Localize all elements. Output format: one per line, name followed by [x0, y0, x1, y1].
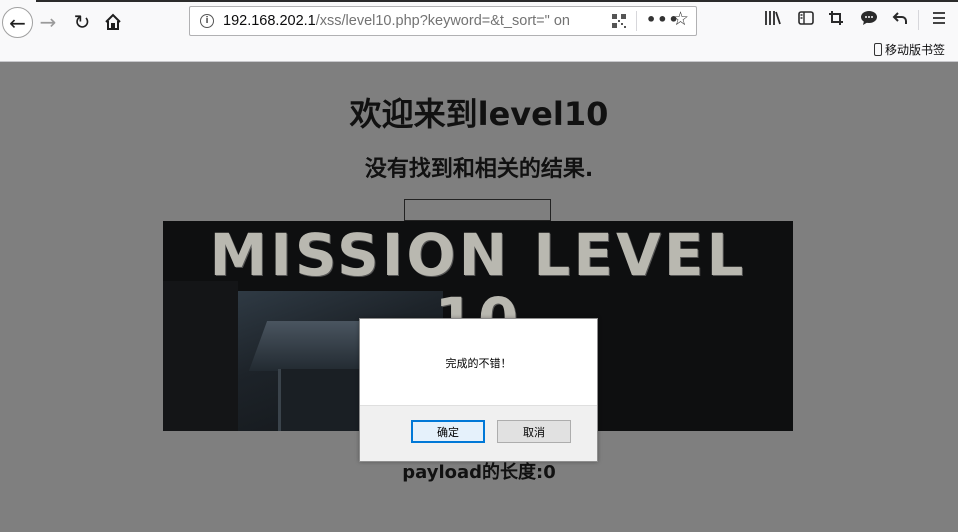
undo-icon[interactable]	[889, 10, 911, 31]
banner-gate	[278, 369, 368, 431]
forward-button[interactable]: →	[34, 8, 62, 36]
url-bar-divider	[636, 11, 637, 31]
url-text[interactable]: 192.168.202.1/xss/level10.php?keyword=&t…	[223, 13, 608, 29]
ok-button[interactable]: 确定	[411, 420, 485, 443]
empty-form-box	[404, 199, 551, 221]
mobile-bookmarks[interactable]: 移动版书签	[874, 41, 945, 58]
url-host: 192.168.202.1	[223, 13, 316, 29]
alert-dialog: 完成的不错！ 确定 取消	[359, 318, 598, 462]
hamburger-menu-icon[interactable]	[928, 10, 950, 30]
home-button[interactable]	[99, 8, 127, 36]
screenshot-icon[interactable]	[825, 10, 847, 31]
url-bar[interactable]: i 192.168.202.1/xss/level10.php?keyword=…	[189, 6, 697, 36]
mobile-bookmarks-label: 移动版书签	[885, 43, 946, 57]
bookmark-star-icon[interactable]: ☆	[672, 8, 689, 30]
cancel-button[interactable]: 取消	[497, 420, 571, 443]
back-button[interactable]: ←	[2, 7, 33, 38]
info-icon[interactable]: i	[200, 14, 214, 28]
back-arrow-icon: ←	[9, 10, 26, 35]
forward-arrow-icon: →	[39, 10, 57, 34]
active-tab-indicator	[0, 0, 36, 2]
library-icon[interactable]	[762, 10, 784, 31]
qr-code-icon[interactable]	[612, 14, 626, 28]
url-path: /xss/level10.php?keyword=&t_sort=" on	[315, 13, 570, 29]
reload-button[interactable]: ↻	[68, 8, 96, 36]
sidebar-icon[interactable]	[795, 10, 817, 30]
browser-toolbar: ← → ↻ i 192.168.202.1/xss/level10.php?ke…	[0, 0, 958, 62]
home-icon	[105, 13, 121, 30]
result-message: 没有找到和相关的结果.	[364, 157, 594, 182]
phone-icon	[874, 43, 882, 56]
dialog-body: 完成的不错！	[360, 319, 597, 406]
toolbar-divider	[918, 10, 919, 30]
tab-strip	[0, 0, 958, 2]
reload-icon: ↻	[73, 10, 91, 34]
dialog-message: 完成的不错！	[445, 357, 512, 370]
chat-icon[interactable]	[858, 10, 880, 31]
page-title: 欢迎来到level10	[349, 95, 609, 133]
